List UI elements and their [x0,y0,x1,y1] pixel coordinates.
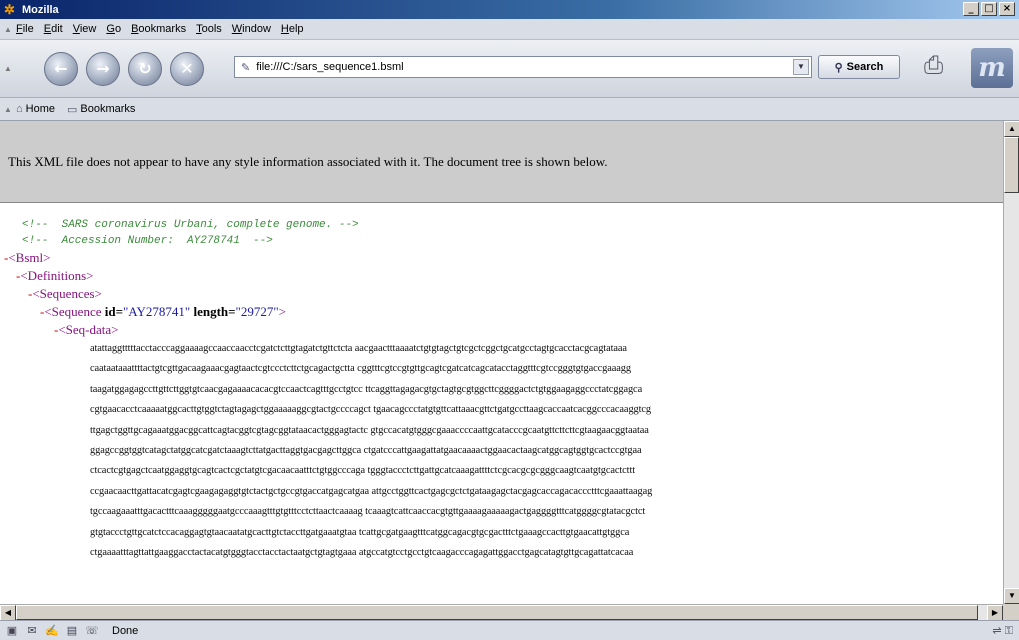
xml-info-banner: This XML file does not appear to have an… [0,121,1003,203]
sequence-line: ctcactcgtgagctcaatggaggtgcagtcactcgctatg… [90,465,636,477]
mozilla-throbber-icon[interactable]: m [971,48,1013,88]
bookmarks-button[interactable]: ▭ Bookmarks [67,103,135,116]
scroll-up-icon[interactable]: ▲ [1004,121,1019,137]
menu-edit[interactable]: Edit [44,23,63,35]
reload-button[interactable]: ↻ [128,51,162,86]
sequence-text-block: atattaggtttttacctacccaggaaaagccaaccaacct… [90,339,652,563]
maximize-button[interactable]: □ [981,2,997,16]
stop-button[interactable]: ✕ [170,51,204,86]
minimize-button[interactable]: _ [963,2,979,16]
sequence-line: gtgtaccctgttgcatctccacaggagtgtaacaatatgc… [90,526,630,538]
xml-comment: <!-- Accession Number: AY278741 --> [22,235,273,247]
toolbar-grip-icon[interactable]: ▲ [4,105,12,114]
menu-bookmarks[interactable]: Bookmarks [131,23,186,35]
vertical-scroll-thumb[interactable] [1004,137,1019,193]
xml-node-definitions: -<Definitions> [16,268,94,283]
menu-bar: ▲ File Edit View Go Bookmarks Tools Wind… [0,19,1019,40]
url-dropdown-icon[interactable]: ▼ [793,59,809,75]
sequence-line: ttgagctggttgcagaaatggacggcattcagtacggtcg… [90,424,649,436]
xml-node-sequences: -<Sequences> [28,286,102,301]
online-status-icon[interactable]: ⇌ ⚿ [992,624,1013,638]
page-icon: ✎ [241,61,251,74]
home-button[interactable]: ⌂ Home [16,103,55,115]
scroll-left-icon[interactable]: ◀ [0,605,16,621]
search-icon: ⚲ [834,61,843,74]
status-bar: ▣ ✉ ✍ ▤ ☏ Done ⇌ ⚿ [0,620,1019,640]
window-controls: _ □ × [963,2,1015,16]
title-bar: ✲ Mozilla _ □ × [0,0,1019,19]
composer-icon[interactable]: ✍ [44,624,60,638]
sequence-line: ctgaaaatttagttattgaaggacctactacatgtgggta… [90,547,634,559]
address-book-icon[interactable]: ▤ [64,624,80,638]
url-bar[interactable]: ✎ file:///C:/sars_sequence1.bsml ▼ [234,56,812,78]
irc-chat-icon[interactable]: ☏ [84,624,100,638]
horizontal-scrollbar[interactable]: ◀ ▶ [0,604,1003,621]
horizontal-scroll-thumb[interactable] [16,605,978,620]
xml-comment: <!-- SARS coronavirus Urbani, complete g… [22,219,359,231]
sequence-line: ccgaacaacttgattacatcgagtcgaagagaggtgtcta… [90,485,653,497]
menu-view[interactable]: View [73,23,97,35]
forward-button[interactable]: → [86,51,120,86]
window-title: Mozilla [22,3,59,16]
sequence-line: caataataaattttactgtcgttgacaagaaacgagtaac… [90,363,631,375]
sequence-line: ggagccggtggtcatagctatggcatcgatctaaagtctt… [90,445,642,457]
back-button[interactable]: ← [44,51,78,86]
xml-node-seq-data: -<Seq-data> [54,322,119,337]
home-label: Home [25,103,55,115]
sequence-line: cgtgaacacctcaaaaatggcacttgtggtctagtagagc… [90,404,652,416]
menu-window[interactable]: Window [232,23,271,35]
print-icon[interactable]: ⎙ [924,52,960,82]
sequence-line: tgccaagaaatttgacactttcaaagggggaatgcccaaa… [90,506,646,518]
search-button[interactable]: ⚲ Search [818,55,900,79]
toolbar-grip-icon[interactable]: ▲ [4,64,12,73]
navigation-toolbar: ▲ ← → ↻ ✕ ✎ file:///C:/sars_sequence1.bs… [0,40,1019,98]
vertical-scrollbar[interactable]: ▲ ▼ [1003,121,1019,604]
personal-toolbar: ▲ ⌂ Home ▭ Bookmarks [0,98,1019,121]
search-label: Search [846,61,884,73]
menu-help[interactable]: Help [281,23,304,35]
url-text[interactable]: file:///C:/sars_sequence1.bsml [256,61,403,73]
folder-icon: ▭ [67,103,78,116]
menu-file[interactable]: File [16,23,34,35]
xml-node-sequence: -<Sequence id="AY278741" length="29727"> [40,304,287,319]
navigator-icon[interactable]: ▣ [4,624,20,638]
home-icon: ⌂ [16,103,23,115]
mail-icon[interactable]: ✉ [24,624,40,638]
sequence-line: taagatggagagccttgttcttggtgtcaacgagaaaaca… [90,383,643,395]
xml-node-bsml: -<Bsml> [4,250,51,265]
scroll-right-icon[interactable]: ▶ [987,605,1003,621]
page-content: This XML file does not appear to have an… [0,121,1003,604]
mozilla-app-icon: ✲ [4,1,15,17]
menu-tools[interactable]: Tools [196,23,222,35]
bookmarks-label: Bookmarks [80,103,136,115]
toolbar-grip-icon[interactable]: ▲ [4,25,12,34]
sequence-line: atattaggtttttacctacccaggaaaagccaaccaacct… [90,343,627,354]
status-text: Done [112,624,139,637]
scroll-down-icon[interactable]: ▼ [1004,588,1019,604]
scroll-corner [1003,604,1019,620]
close-button[interactable]: × [999,2,1015,16]
menu-go[interactable]: Go [106,23,121,35]
